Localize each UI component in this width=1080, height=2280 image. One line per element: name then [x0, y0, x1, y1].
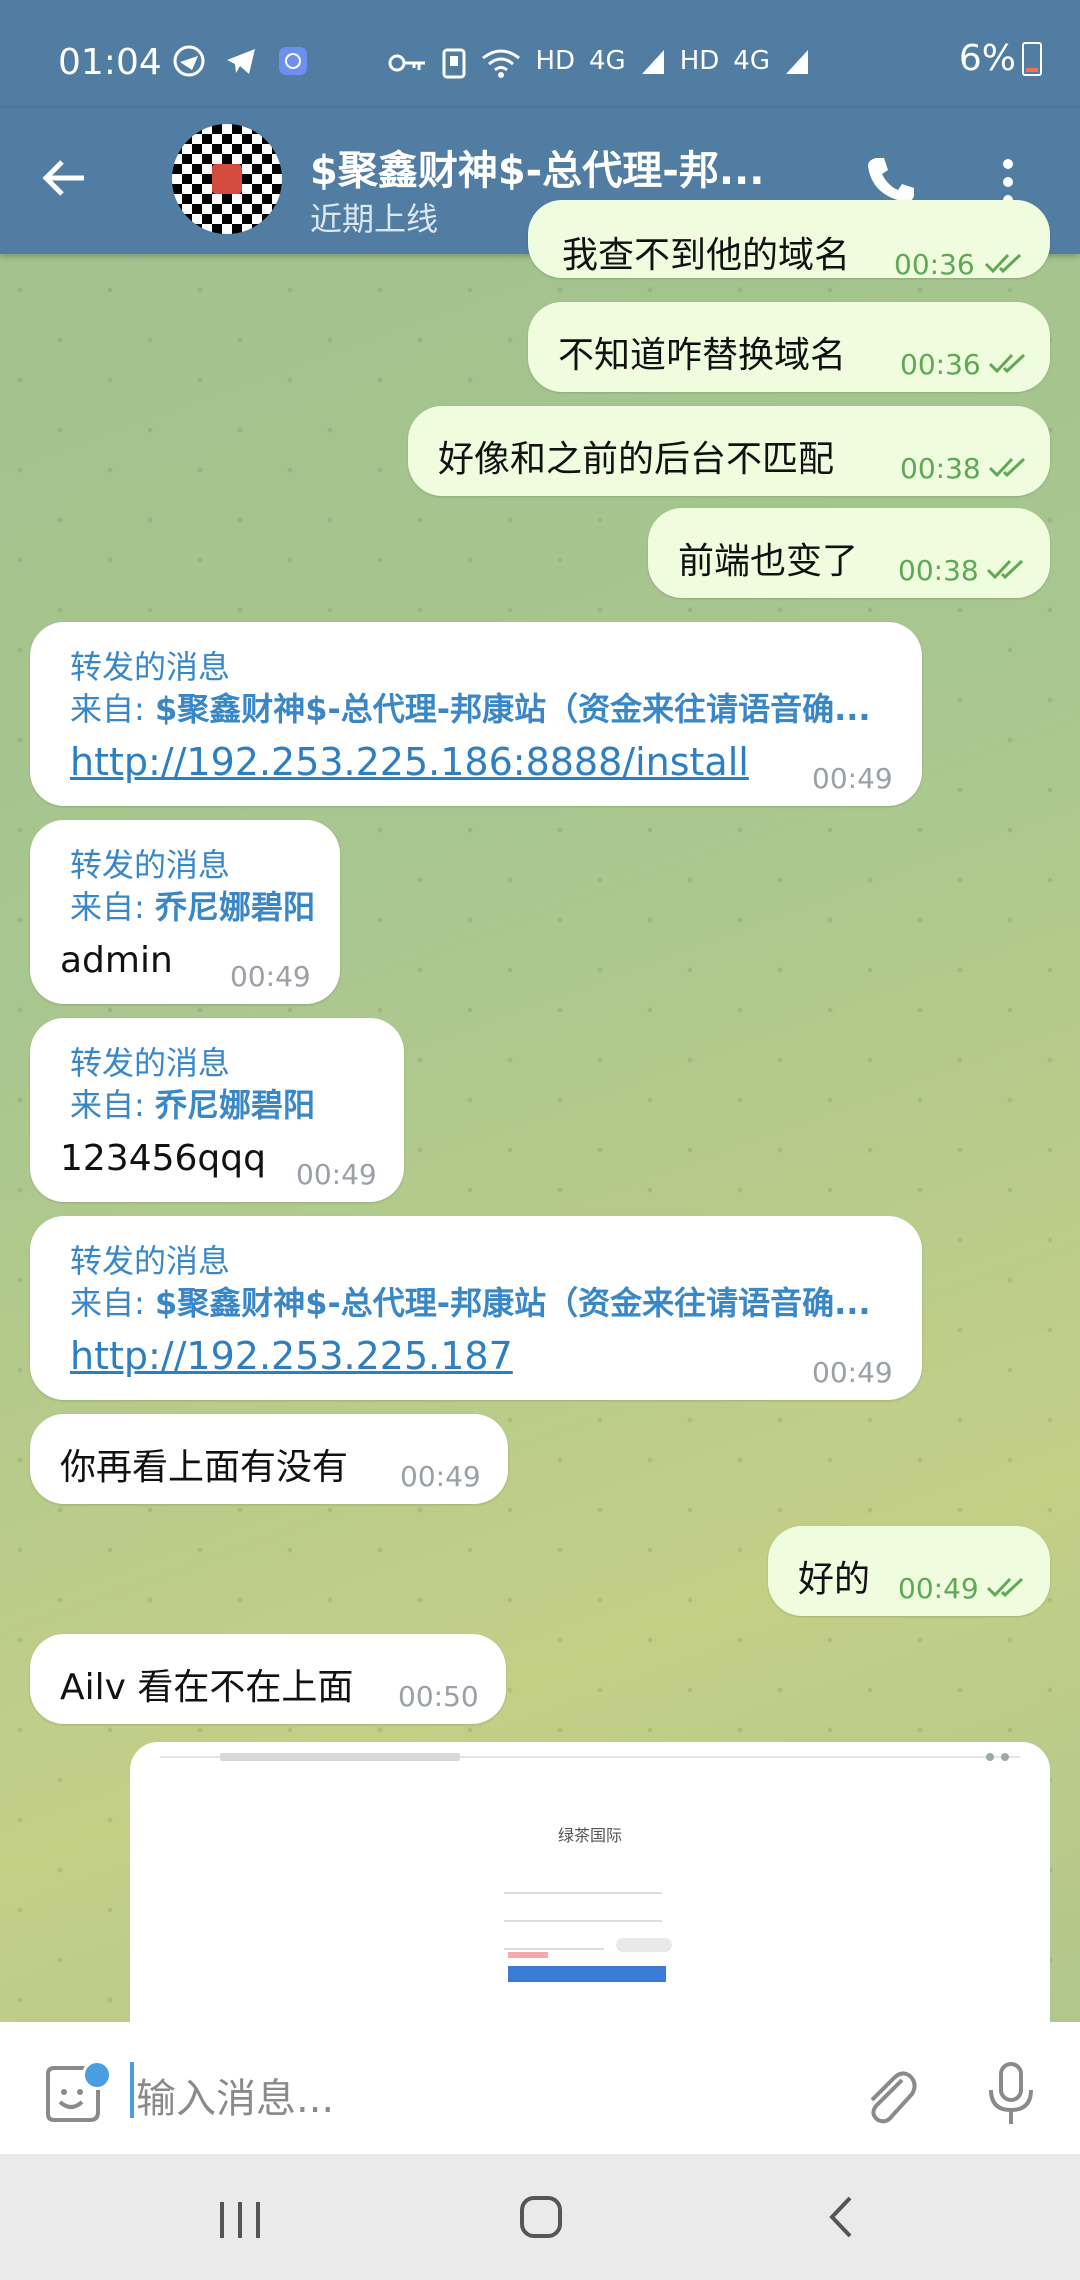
signal-icon-2: [786, 50, 808, 74]
signal-icon-1: [641, 50, 664, 74]
screenshot-captcha: [616, 1938, 672, 1952]
forwarded-from[interactable]: 来自: $聚鑫财神$-总代理-邦康站（资金来往请语音确...: [70, 684, 871, 730]
forwarded-label: 转发的消息: [70, 846, 231, 884]
read-checkmarks-icon: [986, 559, 1024, 580]
screenshot-browser-bar: [160, 1750, 1020, 1764]
message-link[interactable]: http://192.253.225.187: [70, 1334, 513, 1378]
battery-percent: 6%: [958, 38, 1016, 79]
message-incoming[interactable]: Ailv 看在不在上面 00:50: [30, 1634, 506, 1724]
message-link[interactable]: http://192.253.225.186:8888/install: [70, 740, 749, 784]
forwarded-message[interactable]: 转发的消息 来自: $聚鑫财神$-总代理-邦康站（资金来往请语音确... htt…: [30, 622, 922, 806]
chat-status: 近期上线: [310, 200, 439, 238]
system-nav-bar: [0, 2154, 1080, 2280]
network-label-1: HD: [535, 46, 576, 76]
storage-alert-icon: [442, 48, 466, 79]
message-outgoing[interactable]: 好的 00:49: [768, 1526, 1050, 1616]
screenshot-login-button: [508, 1966, 666, 1982]
screenshot-field: [504, 1920, 662, 1922]
read-checkmarks-icon: [984, 253, 1022, 274]
battery-icon: [1022, 41, 1042, 76]
chat-title[interactable]: $聚鑫财神$-总代理-邦...: [310, 138, 764, 196]
forwarded-message[interactable]: 转发的消息 来自: 乔尼娜碧阳 admin 00:49: [30, 820, 340, 1004]
gallery-icon: [279, 47, 307, 75]
telegram-icon: [227, 49, 255, 74]
forwarded-from[interactable]: 来自: $聚鑫财神$-总代理-邦康站（资金来往请语音确...: [70, 1278, 871, 1324]
read-checkmarks-icon: [986, 1577, 1024, 1598]
screenshot-title: 绿茶国际: [557, 1826, 622, 1845]
wifi-icon: [482, 49, 521, 78]
microphone-icon[interactable]: [986, 2062, 1036, 2126]
read-checkmarks-icon: [988, 353, 1026, 374]
key-icon: [388, 54, 426, 72]
status-time: 01:04: [58, 42, 162, 83]
forwarded-label: 转发的消息: [70, 648, 231, 686]
text-cursor: [130, 2062, 134, 2118]
attach-icon[interactable]: [862, 2066, 918, 2126]
network-label-3: HD: [679, 46, 720, 76]
back-arrow-icon[interactable]: [40, 154, 88, 202]
notification-dot: [82, 2060, 112, 2090]
screenshot-remember: [508, 1952, 548, 1958]
more-options-icon[interactable]: [1000, 158, 1016, 206]
forwarded-from[interactable]: 来自: 乔尼娜碧阳: [70, 1080, 315, 1126]
app-notification-icon: [173, 45, 205, 77]
message-incoming[interactable]: 你再看上面有没有 00:49: [30, 1414, 508, 1504]
forwarded-message[interactable]: 转发的消息 来自: $聚鑫财神$-总代理-邦康站（资金来往请语音确... htt…: [30, 1216, 922, 1400]
forwarded-label: 转发的消息: [70, 1044, 231, 1082]
message-outgoing[interactable]: 前端也变了 00:38: [648, 508, 1050, 598]
recent-apps-icon[interactable]: [218, 2200, 262, 2240]
avatar[interactable]: [172, 124, 282, 234]
message-input-bar: 输入消息...: [0, 2022, 1080, 2154]
message-outgoing[interactable]: 好像和之前的后台不匹配 00:38: [408, 406, 1050, 496]
network-label-2: 4G: [589, 46, 626, 76]
home-icon[interactable]: [518, 2194, 564, 2240]
nav-back-icon[interactable]: [826, 2194, 856, 2240]
forwarded-label: 转发的消息: [70, 1242, 231, 1280]
image-message[interactable]: 绿茶国际: [130, 1742, 1050, 2022]
network-label-4: 4G: [733, 46, 770, 76]
forwarded-from[interactable]: 来自: 乔尼娜碧阳: [70, 882, 315, 928]
read-checkmarks-icon: [988, 457, 1026, 478]
screenshot-field: [504, 1892, 662, 1894]
forwarded-message[interactable]: 转发的消息 来自: 乔尼娜碧阳 123456qqq 00:49: [30, 1018, 404, 1202]
screenshot-field: [504, 1948, 604, 1950]
message-outgoing[interactable]: 我查不到他的域名 00:36: [528, 200, 1050, 281]
message-outgoing[interactable]: 不知道咋替换域名 00:36: [528, 302, 1050, 392]
message-input[interactable]: 输入消息...: [136, 2066, 334, 2124]
